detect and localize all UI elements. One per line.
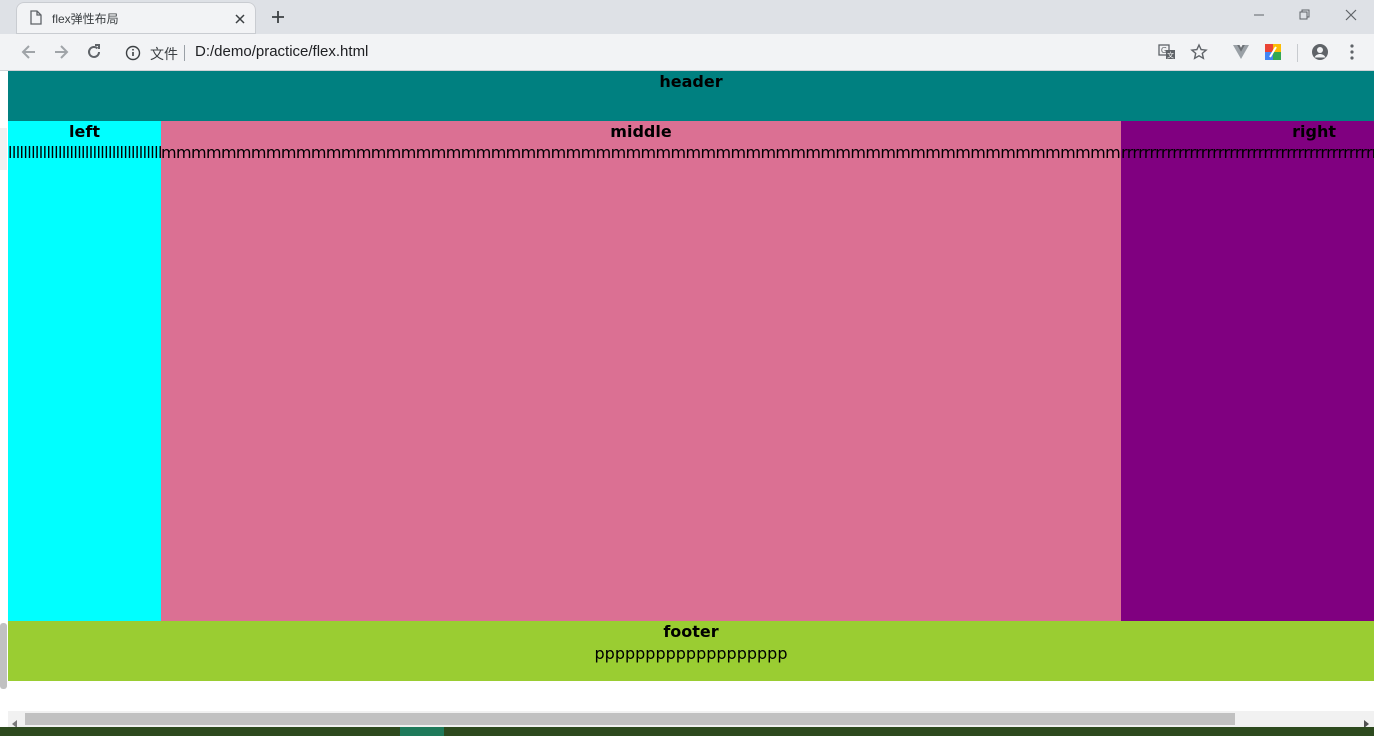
os-taskbar: [0, 727, 1374, 736]
arrow-left-icon[interactable]: [20, 43, 38, 66]
vertical-scroll-track[interactable]: [0, 128, 7, 170]
middle-text: mmmmmmmmmmmmmmmmmmmmmmmmmmmmmmmmmmmmmmmm…: [161, 143, 1121, 162]
left-text: llllllllllllllllllllllllllllllllllllllll…: [8, 143, 161, 162]
window-close-icon[interactable]: [1344, 8, 1358, 27]
middle-title: middle: [610, 122, 672, 141]
taskbar-active-item[interactable]: [400, 727, 444, 736]
left-title: left: [69, 122, 100, 141]
translate-icon[interactable]: G文: [1158, 43, 1176, 66]
browser-titlebar: flex弹性布局: [0, 0, 1374, 34]
page-viewport: header left llllllllllllllllllllllllllll…: [0, 71, 1374, 711]
tab-title: flex弹性布局: [52, 12, 119, 26]
omnibox-divider: [184, 45, 185, 61]
plus-icon[interactable]: [270, 9, 286, 30]
right-column: right rrrrrrrrrrrrrrrrrrrrrrrrrrrrrrrrrr…: [1121, 121, 1374, 621]
browser-toolbar: 文件 D:/demo/practice/flex.html G文: [0, 34, 1374, 71]
vertical-scrollbar-thumb[interactable]: [0, 623, 7, 689]
address-bar[interactable]: 文件 D:/demo/practice/flex.html: [116, 38, 1216, 66]
restore-icon[interactable]: [1298, 8, 1312, 27]
url-text[interactable]: D:/demo/practice/flex.html: [195, 43, 368, 60]
right-text: rrrrrrrrrrrrrrrrrrrrrrrrrrrrrrrrrrrrrrrr…: [1121, 143, 1374, 162]
document-icon: [30, 10, 42, 30]
extension-color-icon[interactable]: [1264, 43, 1282, 66]
horizontal-scrollbar[interactable]: [8, 711, 1374, 728]
header-section: header: [8, 71, 1374, 121]
star-icon[interactable]: [1190, 43, 1208, 66]
horizontal-scrollbar-thumb[interactable]: [25, 713, 1235, 725]
account-icon[interactable]: [1311, 43, 1329, 66]
main-flex-row: left lllllllllllllllllllllllllllllllllll…: [8, 121, 1374, 621]
reload-icon[interactable]: [85, 43, 103, 66]
footer-title: footer: [663, 622, 719, 641]
flex-page: header left llllllllllllllllllllllllllll…: [8, 71, 1374, 681]
info-icon[interactable]: [125, 45, 141, 66]
vue-devtools-icon[interactable]: [1232, 43, 1250, 66]
toolbar-divider: [1297, 44, 1298, 62]
arrow-right-icon[interactable]: [52, 43, 70, 66]
kebab-menu-icon[interactable]: [1345, 43, 1359, 66]
footer-text: ppppppppppppppppppp: [594, 644, 788, 663]
minimize-icon[interactable]: [1252, 8, 1266, 27]
browser-tab[interactable]: flex弹性布局: [16, 2, 256, 34]
header-title: header: [659, 72, 723, 91]
right-title: right: [1292, 122, 1336, 141]
svg-text:文: 文: [1167, 51, 1174, 60]
footer-section: footer ppppppppppppppppppp: [8, 621, 1374, 681]
close-icon[interactable]: [234, 12, 246, 30]
left-column: left lllllllllllllllllllllllllllllllllll…: [8, 121, 161, 621]
security-label: 文件: [150, 46, 178, 62]
middle-column: middle mmmmmmmmmmmmmmmmmmmmmmmmmmmmmmmmm…: [161, 121, 1121, 621]
